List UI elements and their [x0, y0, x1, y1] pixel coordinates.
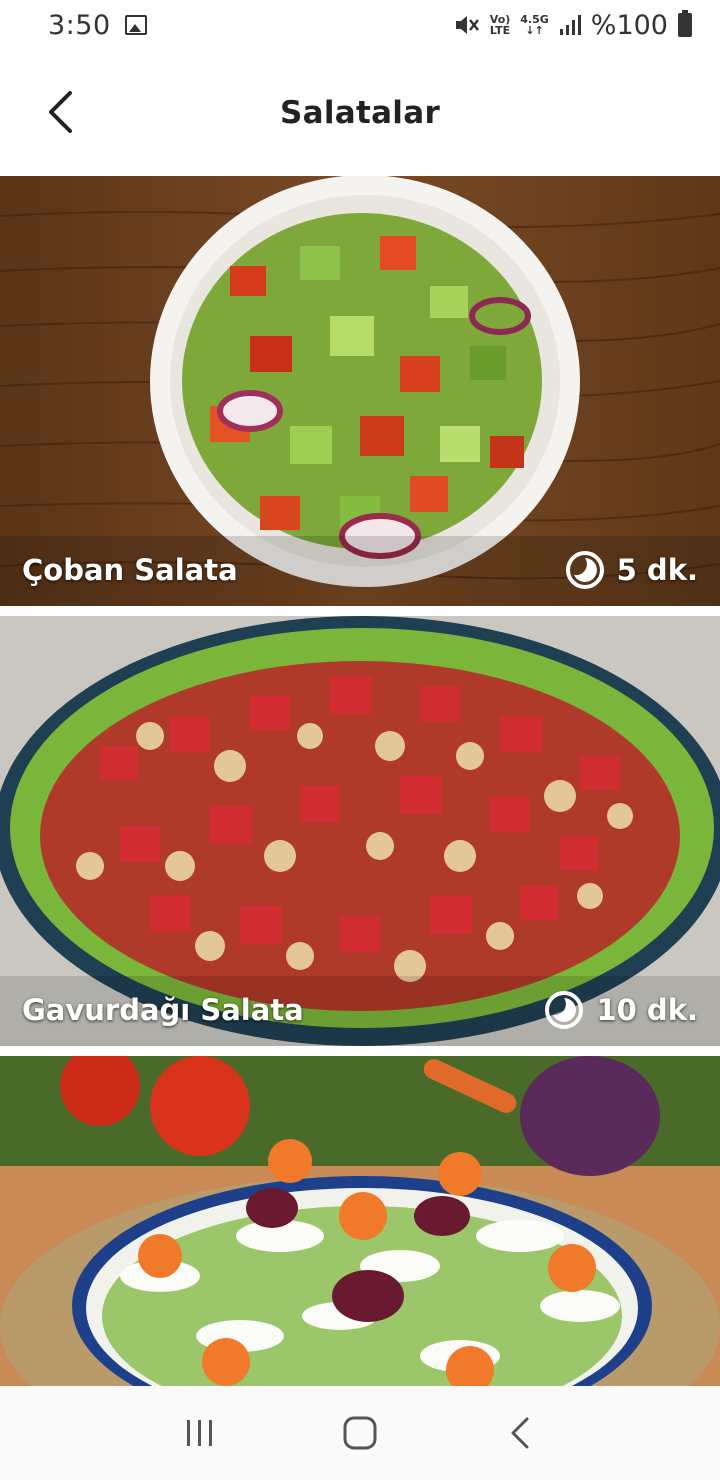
recipe-photo — [0, 1056, 720, 1386]
data-arrows: ↓↑ — [525, 24, 544, 37]
recent-apps-icon — [187, 1420, 212, 1446]
recipe-card[interactable]: Gavurdağı Salata 10 dk. — [0, 616, 720, 1046]
system-back-button[interactable] — [490, 1403, 550, 1463]
network-type-indicator: 4.5G ↓↑ — [520, 14, 549, 36]
back-arrow-icon — [49, 91, 72, 133]
recipe-photo — [0, 616, 720, 1046]
back-button[interactable] — [36, 86, 84, 138]
image-notification-icon — [124, 15, 147, 35]
recipe-title: Çoban Salata — [22, 553, 238, 587]
battery-percentage: %100 — [590, 9, 668, 41]
timer-icon — [565, 551, 604, 589]
recipe-duration: 5 dk. — [565, 550, 698, 590]
recipe-duration-text: 10 dk. — [596, 993, 698, 1027]
recent-apps-button[interactable] — [170, 1403, 230, 1463]
home-button[interactable] — [330, 1403, 390, 1463]
home-icon — [343, 1416, 377, 1450]
signal-icon — [559, 15, 581, 35]
status-bar: 3:50 Vo) LTE 4.5G ↓↑ %100 — [0, 0, 720, 50]
recipe-card[interactable] — [0, 1056, 720, 1386]
app-bar: Salatalar — [0, 50, 720, 176]
timer-icon — [545, 991, 584, 1029]
recipe-duration-text: 5 dk. — [616, 553, 698, 587]
recipe-duration: 10 dk. — [544, 990, 698, 1030]
battery-icon — [678, 10, 692, 37]
recipe-title: Gavurdağı Salata — [22, 993, 304, 1027]
system-navigation-bar — [0, 1386, 720, 1480]
volte-indicator: Vo) LTE — [490, 14, 511, 36]
system-back-icon — [511, 1417, 529, 1449]
recipe-photo — [0, 176, 720, 606]
status-icons: Vo) LTE 4.5G ↓↑ %100 — [454, 10, 692, 41]
status-time: 3:50 — [48, 9, 111, 41]
volte-bottom: LTE — [489, 24, 511, 37]
mute-icon — [455, 16, 479, 34]
page-title: Salatalar — [279, 95, 441, 131]
recipe-card[interactable]: Çoban Salata 5 dk. — [0, 176, 720, 606]
